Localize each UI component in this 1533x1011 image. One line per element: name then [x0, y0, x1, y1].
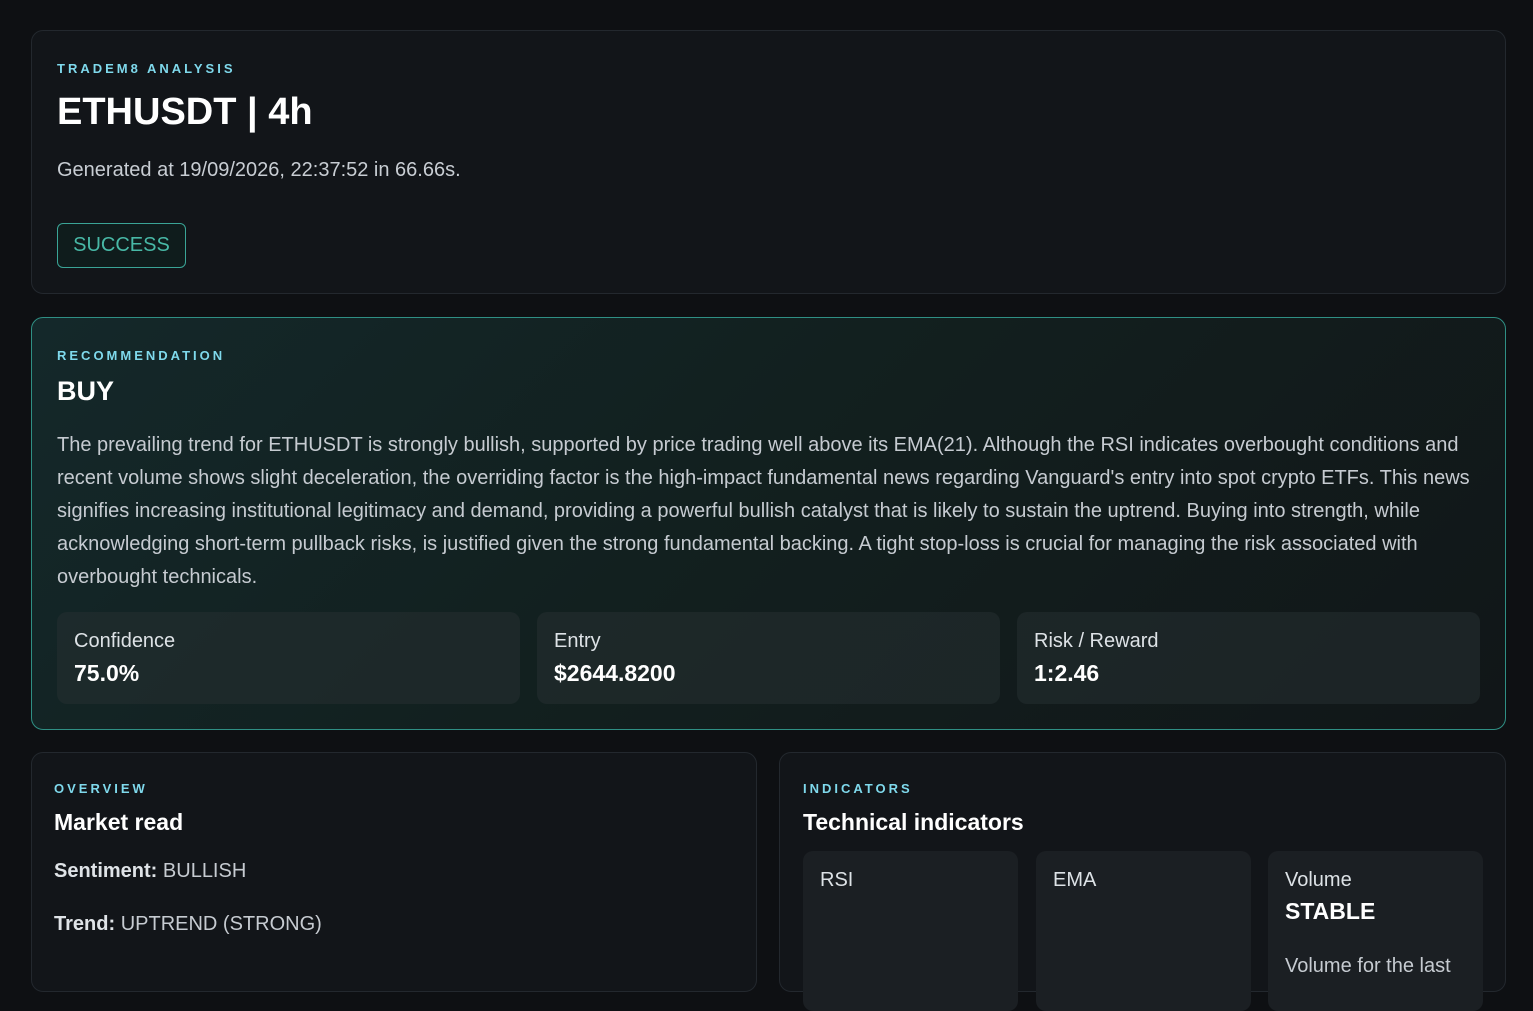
generated-timestamp: Generated at 19/09/2026, 22:37:52 in 66.… — [57, 159, 461, 181]
confidence-label: Confidence — [74, 630, 176, 652]
entry-label: Entry — [554, 630, 601, 652]
entry-metric: Entry $2644.8200 — [537, 612, 1000, 704]
brand-eyebrow: TRADEM8 ANALYSIS — [57, 61, 236, 76]
status-badge: SUCCESS — [57, 223, 186, 268]
recommendation-action: BUY — [57, 376, 115, 406]
indicator-value: STABLE — [1285, 898, 1376, 924]
indicator-note: Volume for the last — [1285, 955, 1451, 977]
overview-title: Market read — [54, 809, 184, 835]
indicator-volume: Volume STABLE Volume for the last — [1268, 851, 1483, 1011]
indicators-card: INDICATORS Technical indicators RSI EMA … — [779, 752, 1506, 1011]
risk-reward-value: 1:2.46 — [1034, 660, 1100, 686]
analysis-header-card: TRADEM8 ANALYSIS ETHUSDT | 4h Generated … — [31, 30, 1506, 294]
confidence-metric: Confidence 75.0% — [57, 612, 520, 704]
indicator-ema: EMA — [1036, 851, 1251, 1011]
page-title: ETHUSDT | 4h — [57, 91, 313, 133]
indicator-rsi: RSI — [803, 851, 1018, 1011]
sentiment-value: BULLISH — [162, 860, 247, 882]
risk-reward-metric: Risk / Reward 1:2.46 — [1017, 612, 1480, 704]
confidence-value: 75.0% — [74, 660, 140, 686]
sentiment-row: Sentiment: BULLISH — [54, 860, 246, 883]
indicators-eyebrow: INDICATORS — [803, 781, 913, 796]
risk-reward-label: Risk / Reward — [1034, 630, 1159, 652]
overview-eyebrow: OVERVIEW — [54, 781, 148, 796]
sentiment-label: Sentiment: — [54, 860, 158, 882]
entry-value: $2644.8200 — [554, 660, 676, 686]
recommendation-rationale: The prevailing trend for ETHUSDT is stro… — [57, 434, 1470, 588]
recommendation-card: RECOMMENDATION BUY The prevailing trend … — [31, 317, 1506, 730]
trend-value: UPTREND (STRONG) — [120, 913, 322, 935]
indicator-label: RSI — [820, 869, 854, 891]
indicator-label: Volume — [1285, 869, 1352, 891]
trend-row: Trend: UPTREND (STRONG) — [54, 913, 322, 936]
indicator-label: EMA — [1053, 869, 1097, 891]
trend-label: Trend: — [54, 913, 116, 935]
indicators-title: Technical indicators — [803, 809, 1024, 835]
recommendation-eyebrow: RECOMMENDATION — [57, 348, 226, 363]
overview-card: OVERVIEW Market read Sentiment: BULLISH … — [31, 752, 757, 992]
